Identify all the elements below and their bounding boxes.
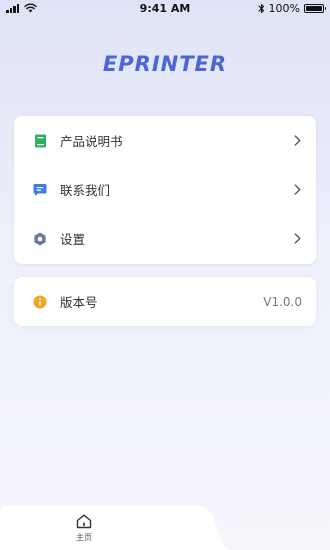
chevron-right-icon <box>292 183 302 197</box>
tab-bar: 主页 <box>0 506 330 550</box>
bluetooth-icon <box>257 3 264 14</box>
battery-percent: 100% <box>268 2 300 15</box>
app-logo: EPRINTER <box>102 52 228 76</box>
menu-item-label: 产品说明书 <box>60 134 123 149</box>
status-bar: 9:41 AM 100% <box>0 0 330 18</box>
chat-icon <box>32 182 48 198</box>
gear-icon <box>32 231 48 247</box>
battery-fill <box>306 6 322 11</box>
tab-home-label: 主页 <box>76 533 92 542</box>
tab-home[interactable]: 主页 <box>64 514 104 543</box>
version-card: 版本号 V1.0.0 <box>14 277 316 326</box>
version-value: V1.0.0 <box>263 294 302 309</box>
book-icon <box>32 133 48 149</box>
home-icon <box>76 514 92 529</box>
menu-item-label: 设置 <box>60 232 86 247</box>
menu-item-contact[interactable]: 联系我们 <box>14 165 316 214</box>
version-label: 版本号 <box>60 295 98 310</box>
version-row: 版本号 V1.0.0 <box>14 277 316 326</box>
chevron-right-icon <box>292 232 302 246</box>
menu-card: 产品说明书 联系我们 设置 <box>14 116 316 264</box>
menu-item-manual[interactable]: 产品说明书 <box>14 116 316 165</box>
battery-icon <box>304 4 326 13</box>
status-right: 100% <box>257 2 326 15</box>
tab-bar-background <box>0 506 235 550</box>
chevron-right-icon <box>292 134 302 148</box>
menu-item-settings[interactable]: 设置 <box>14 214 316 263</box>
menu-item-label: 联系我们 <box>60 183 111 198</box>
info-icon <box>32 294 48 310</box>
